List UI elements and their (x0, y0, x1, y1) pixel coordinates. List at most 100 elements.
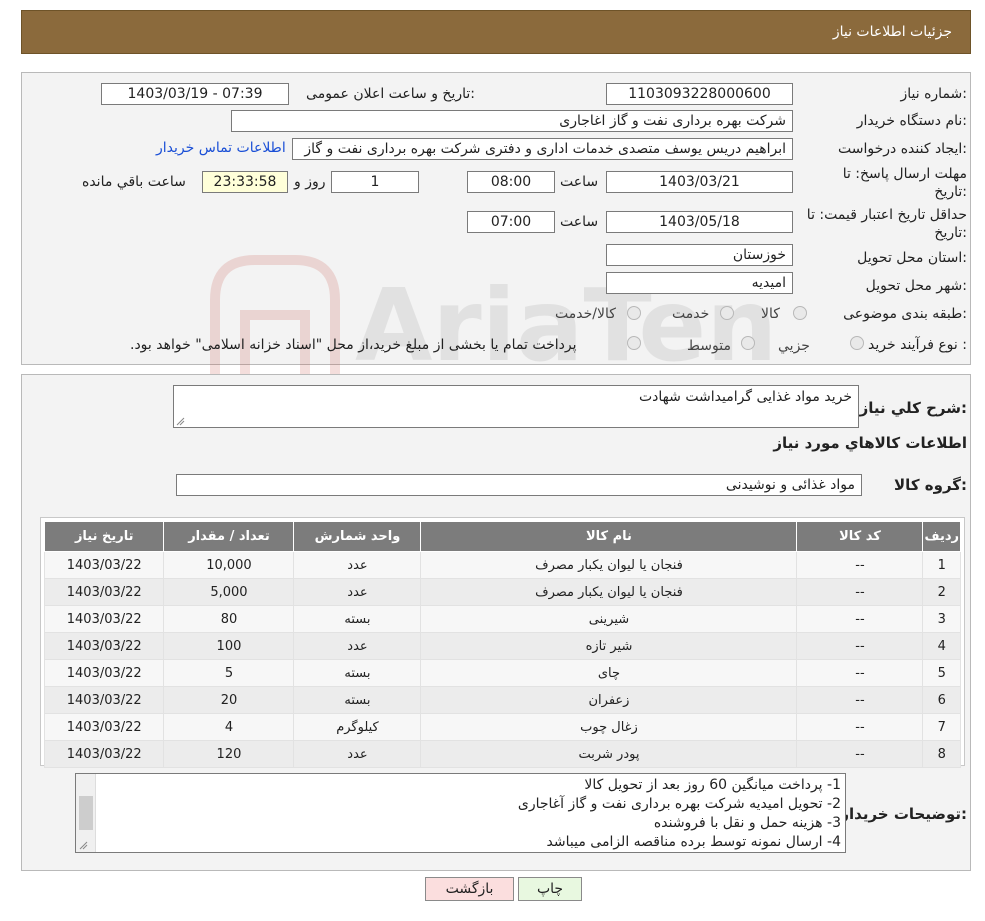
notes-resize-grip-icon[interactable] (78, 840, 88, 850)
notes-line: 2- تحویل امیدیه شرکت بهره برداری نفت و گ… (517, 796, 841, 812)
category-option-goods: کالا (761, 306, 780, 322)
table-header-row: رديف کد کالا نام کالا واحد شمارش تعداد /… (43, 521, 961, 552)
category-radio-goods[interactable] (793, 306, 807, 320)
cell-unit: عدد (293, 578, 422, 606)
cell-item-name: زغال چوب (420, 713, 798, 741)
cell-item-name: فنجان یا لیوان یکبار مصرف (420, 578, 798, 606)
page-title: جزئیات اطلاعات نیاز (832, 24, 952, 40)
page-header: جزئیات اطلاعات نیاز (21, 10, 971, 54)
deadline-time-field: 08:00 (467, 171, 555, 193)
cell-quantity: 80 (163, 605, 295, 633)
cell-need-date: 1403/03/22 (43, 605, 165, 633)
cell-item-name: زعفران (420, 686, 798, 714)
process-label: نوع فرآیند خرید : (868, 337, 967, 353)
city-field: امیدیه (606, 272, 793, 294)
cell-row-number: 3 (922, 605, 961, 633)
col-item-name: نام کالا (420, 521, 798, 552)
category-label: طبقه بندی موضوعی: (843, 306, 967, 322)
cell-row-number: 4 (922, 632, 961, 660)
category-option-service: خدمت (672, 306, 710, 322)
cell-quantity: 4 (163, 713, 295, 741)
goods-section-title: اطلاعات کالاهاي مورد نياز (773, 434, 967, 452)
cell-row-number: 7 (922, 713, 961, 741)
announce-field: 1403/03/19 - 07:39 (101, 83, 289, 105)
notes-scroll-thumb[interactable] (79, 796, 93, 830)
cell-row-number: 8 (922, 740, 961, 768)
process-radio-medium[interactable] (741, 336, 755, 350)
cell-quantity: 10,000 (163, 551, 295, 579)
cell-item-code: -- (796, 605, 924, 633)
notes-line: 1- پرداخت میانگین 60 روز بعد از تحویل کا… (584, 777, 841, 793)
days-label: روز و (294, 174, 326, 190)
buyer-org-label: نام دستگاه خریدار: (856, 113, 967, 129)
province-field: خوزستان (606, 244, 793, 266)
creator-label: ایجاد کننده درخواست: (838, 141, 967, 157)
goods-table-container: رديف کد کالا نام کالا واحد شمارش تعداد /… (40, 517, 965, 768)
cell-item-code: -- (796, 632, 924, 660)
table-row: 6 -- زعفران بسته 20 1403/03/22 (43, 686, 961, 714)
cell-quantity: 20 (163, 686, 295, 714)
cell-row-number: 1 (922, 551, 961, 579)
cell-need-date: 1403/03/22 (43, 578, 165, 606)
cell-unit: عدد (293, 551, 422, 579)
cell-quantity: 120 (163, 740, 295, 768)
need-number-field: 1103093228000600 (606, 83, 793, 105)
cell-need-date: 1403/03/22 (43, 659, 165, 687)
days-field: 1 (331, 171, 419, 193)
announce-label: تاریخ و ساعت اعلان عمومی: (306, 86, 475, 102)
cell-need-date: 1403/03/22 (43, 713, 165, 741)
deadline-time-label: ساعت (560, 174, 599, 190)
cell-unit: بسته (293, 686, 422, 714)
cell-unit: کیلوگرم (293, 713, 422, 741)
goods-group-label: گروه کالا: (894, 476, 967, 494)
table-row: 4 -- شیر تازه عدد 100 1403/03/22 (43, 632, 961, 660)
remaining-time-field: 23:33:58 (202, 171, 288, 193)
col-item-code: کد کالا (796, 521, 924, 552)
back-button[interactable]: بازگشت (425, 877, 514, 901)
goods-table: رديف کد کالا نام کالا واحد شمارش تعداد /… (43, 521, 961, 768)
category-option-goods-service: کالا/خدمت (555, 306, 616, 322)
validity-label-line2: تاریخ: (934, 225, 967, 241)
deadline-date-field: 1403/03/21 (606, 171, 793, 193)
cell-quantity: 5 (163, 659, 295, 687)
table-row: 8 -- پودر شربت عدد 120 1403/03/22 (43, 740, 961, 768)
deadline-label-line2: تاریخ: (934, 184, 967, 200)
notes-line: 4- ارسال نمونه توسط برده مناقصه الزامی م… (546, 834, 841, 850)
cell-item-name: شیر تازه (420, 632, 798, 660)
description-label: شرح کلي نياز: (859, 399, 967, 417)
cell-item-name: چای (420, 659, 798, 687)
category-radio-goods-service[interactable] (627, 306, 641, 320)
validity-label-line1: حداقل تاریخ اعتبار قیمت: تا (806, 207, 967, 223)
cell-need-date: 1403/03/22 (43, 551, 165, 579)
col-need-date: تاریخ نیاز (43, 521, 165, 552)
remaining-label: ساعت باقي مانده (82, 174, 186, 190)
cell-quantity: 100 (163, 632, 295, 660)
process-radio-minor[interactable] (850, 336, 864, 350)
col-row-number: رديف (922, 521, 961, 552)
cell-item-code: -- (796, 551, 924, 579)
notes-textarea[interactable]: 1- پرداخت میانگین 60 روز بعد از تحویل کا… (75, 773, 846, 853)
cell-row-number: 2 (922, 578, 961, 606)
process-option-medium: متوسط (687, 338, 731, 354)
cell-row-number: 6 (922, 686, 961, 714)
cell-item-code: -- (796, 686, 924, 714)
process-option-minor: جزيي (778, 338, 810, 354)
cell-item-code: -- (796, 578, 924, 606)
description-textarea[interactable]: خرید مواد غذایی گرامیداشت شهادت (173, 385, 859, 428)
process-checkbox-treasury[interactable] (627, 336, 641, 350)
cell-unit: بسته (293, 605, 422, 633)
buyer-contact-link[interactable]: اطلاعات تماس خریدار (156, 140, 286, 156)
province-label: استان محل تحویل: (857, 250, 967, 266)
cell-item-name: پودر شربت (420, 740, 798, 768)
process-note: پرداخت تمام یا بخشی از مبلغ خرید،از محل … (130, 337, 577, 353)
resize-grip-icon[interactable] (175, 416, 185, 426)
city-label: شهر محل تحویل: (865, 278, 967, 294)
cell-unit: عدد (293, 632, 422, 660)
creator-field: ابراهیم دریس یوسف متصدی خدمات اداری و دف… (292, 138, 793, 160)
print-button[interactable]: چاپ (518, 877, 582, 901)
goods-group-field: مواد غذائی و نوشیدنی (176, 474, 862, 496)
deadline-label-line1: مهلت ارسال پاسخ: تا (842, 166, 967, 182)
cell-row-number: 5 (922, 659, 961, 687)
category-radio-service[interactable] (720, 306, 734, 320)
cell-unit: بسته (293, 659, 422, 687)
